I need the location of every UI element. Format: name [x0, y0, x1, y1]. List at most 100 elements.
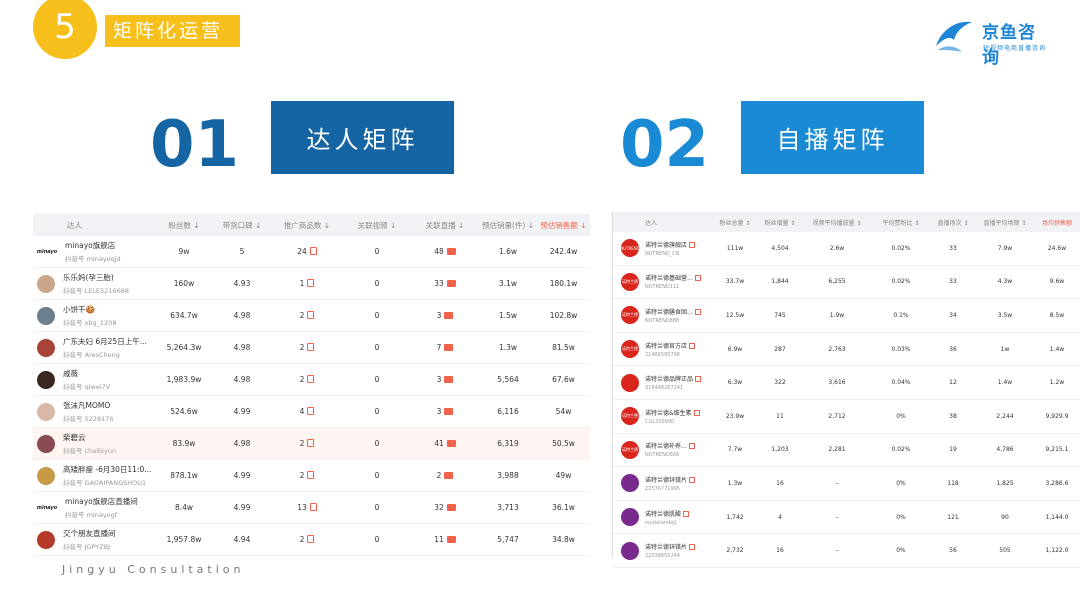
live-icon[interactable]: [444, 376, 454, 383]
col-account[interactable]: 达人: [613, 218, 711, 227]
table-row[interactable]: 诺特兰德 诺特兰德补养... NUTREND666 7.7w 1,203 2,281 0.0…: [613, 434, 1080, 468]
table-row[interactable]: 广东夫妇 6月25日上午... 抖音号 AresCheng 5,264.3w 4.98…: [33, 332, 590, 364]
shopping-bag-icon[interactable]: [307, 439, 315, 447]
shop-name[interactable]: 诺特兰德官方店: [645, 343, 687, 350]
shopping-bag-icon[interactable]: [307, 471, 315, 479]
shop-name[interactable]: 诺特兰德补养...: [645, 443, 687, 450]
influencer-name[interactable]: 交个朋友直播间: [63, 528, 116, 539]
name-block: 广东夫妇 6月25日上午... 抖音号 AresCheng: [63, 336, 147, 359]
shop-name[interactable]: 诺特兰德肌酸: [645, 511, 681, 518]
logo-subtitle: 短视频电商直播咨询: [983, 45, 1047, 52]
avg-revenue: 1.4w: [1049, 345, 1065, 353]
live-icon[interactable]: [444, 312, 454, 319]
live-icon[interactable]: [446, 504, 456, 511]
live-icon[interactable]: [446, 440, 456, 447]
col-like-ratio[interactable]: 平均赞粉比 ↕: [873, 218, 929, 227]
col-fans-inc[interactable]: 粉丝增量 ↕: [759, 218, 801, 227]
shopping-bag-icon[interactable]: [307, 343, 315, 351]
table-row[interactable]: 小饼干🍪 抖音号 xbg_1208 634.7w 4.98 2 0 3 1.5w 102.8w: [33, 300, 590, 332]
live-icon[interactable]: [444, 344, 454, 351]
table-row[interactable]: minayo minayo旗舰店 抖音号 minayoqjd 9w 5 24 0 48 1.6w…: [33, 236, 590, 268]
live-icon[interactable]: [444, 472, 454, 479]
influencer-name[interactable]: 小饼干🍪: [63, 304, 116, 315]
table-row[interactable]: 诺特兰德 诺特兰德官方店 21486585798 6.9w 287 2,763 0.03% 3…: [613, 333, 1080, 367]
table-row[interactable]: 张沫凡MOMO 抖音号 5228176 524.6w 4.99 4 0 3 6,116 54w: [33, 396, 590, 428]
shop-name[interactable]: 诺特兰德锌镁片: [645, 544, 687, 551]
influencer-name[interactable]: minayo旗舰店: [65, 240, 121, 251]
col-live-count[interactable]: 直播场次 ↕: [929, 218, 977, 227]
table-row[interactable]: 诺特兰德锌镁片 22576771995 1.3w 16 – 0% 118 1,825 3,286…: [613, 467, 1080, 501]
table-row[interactable]: 诺特兰德锌镁片 22338655244 2,732 16 – 0% 56 505 1,122.0: [613, 534, 1080, 568]
shop-name[interactable]: 诺特兰德膳食固...: [645, 309, 693, 316]
table-row[interactable]: 诺特兰德 诺特兰德膳食固... NUTREND888 12.5w 745 1.9w 0.1%…: [613, 299, 1080, 333]
col-influencer[interactable]: 达人: [33, 220, 155, 231]
shopping-bag-icon[interactable]: [307, 311, 315, 319]
shop-name[interactable]: 诺特兰德锌镁片: [645, 477, 687, 484]
col-fans[interactable]: 粉丝数 ↓: [155, 220, 213, 231]
account-id: 抖音号 xbg_1208: [63, 319, 117, 327]
account-cell: 诺特兰德 诺特兰德膳食固... NUTREND888: [613, 306, 711, 325]
live-views: 4.3w: [997, 278, 1013, 286]
table-row[interactable]: 诺特兰德肌酸 nuotelandejj 1,742 4 – 0% 121 90 1,144.0: [613, 501, 1080, 535]
avatar: minayo: [36, 502, 58, 513]
live-icon[interactable]: [444, 408, 454, 415]
live-icon[interactable]: [446, 248, 456, 255]
section-title: 矩阵化运营: [105, 15, 240, 47]
fans-total: 12.5w: [725, 311, 745, 319]
table-row[interactable]: 诺特兰德品牌正品 316448287241 6.3w 322 3,616 0.04% 12 1…: [613, 366, 1080, 400]
shopping-bag-icon[interactable]: [309, 247, 317, 255]
influencer-name[interactable]: 高矮胖瘦 -6月30日11:0...: [63, 464, 151, 475]
table-row[interactable]: NUTREND 诺特兰德旗舰店 NUTREND_CN 111w 4,504 2.6w 0.0…: [613, 232, 1080, 266]
shopping-bag-icon[interactable]: [309, 503, 317, 511]
influencer-name[interactable]: 张沫凡MOMO: [63, 400, 114, 411]
lives-cell: 2: [411, 471, 479, 480]
fans-inc: 16: [776, 479, 784, 487]
table-row[interactable]: minayo minayo旗舰店直播间 抖音号 minayogf 8.4w 4.99 13…: [33, 492, 590, 524]
goods-value: 1: [299, 279, 305, 288]
table-row[interactable]: 诺特兰德 诺特兰德基础营... NUTREND111 33.7w 1,844 6,255 0…: [613, 266, 1080, 300]
self-live-matrix-table: 达人 粉丝总量 ↕ 粉丝增量 ↕ 视频平均播放量 ↕ 平均赞粉比 ↕ 直播场次 …: [612, 212, 1080, 568]
shop-name[interactable]: 诺特兰德基础营...: [645, 275, 693, 282]
shop-account: NUTREND111: [645, 284, 680, 291]
live-icon[interactable]: [446, 280, 456, 287]
shopping-bag-icon[interactable]: [307, 407, 315, 415]
col-fans-total[interactable]: 粉丝总量 ↕: [711, 218, 759, 227]
col-lives[interactable]: 关联直播 ↓: [411, 220, 479, 231]
col-videos[interactable]: 关联视频 ↓: [343, 220, 411, 231]
shopping-bag-icon[interactable]: [307, 535, 315, 543]
rating-value: 4.99: [233, 503, 251, 512]
influencer-name[interactable]: 乐乐妈(孕三胎): [63, 272, 129, 283]
live-icon[interactable]: [446, 536, 456, 543]
rating-value: 4.98: [233, 375, 251, 384]
shop-name-line: 诺特兰德锌镁片: [645, 475, 696, 484]
col-avg-revenue[interactable]: 场均销售额: [1033, 218, 1080, 227]
table-row[interactable]: 戚薇 抖音号 qiwei7V 1,983.9w 4.98 2 0 3 5,564 67.6w: [33, 364, 590, 396]
col-live-views[interactable]: 直播平均场观 ↕: [977, 218, 1033, 227]
like-ratio: 0%: [896, 479, 906, 487]
shop-name[interactable]: 诺特兰德&维生素: [645, 410, 692, 417]
table-row[interactable]: 诺特兰德 诺特兰德&维生素 CGL200990 23.9w 11 2,712 0% 38 2,2…: [613, 400, 1080, 434]
shop-name[interactable]: 诺特兰德旗舰店: [645, 242, 687, 249]
shop-avatar: [621, 508, 639, 527]
table-row[interactable]: 高矮胖瘦 -6月30日11:0... 抖音号 GAOAIPANGSHOU1 878.…: [33, 460, 590, 492]
name-block: 乐乐妈(孕三胎) 抖音号 LELE5216688: [63, 272, 129, 295]
col-revenue[interactable]: 预估销售额 ↓: [537, 220, 590, 231]
col-avg-play[interactable]: 视频平均播放量 ↕: [801, 218, 873, 227]
col-goods[interactable]: 推广商品数 ↓: [271, 220, 343, 231]
shopping-bag-icon[interactable]: [307, 279, 315, 287]
shop-name[interactable]: 诺特兰德品牌正品: [645, 376, 693, 383]
influencer-name[interactable]: 戚薇: [63, 368, 110, 379]
influencer-name[interactable]: 柴碧云: [63, 432, 116, 443]
avg-revenue: 1.2w: [1049, 379, 1065, 387]
table-row[interactable]: 乐乐妈(孕三胎) 抖音号 LELE5216688 160w 4.93 1 0 33 3.1w 1…: [33, 268, 590, 300]
table-row[interactable]: 交个朋友直播间 抖音号 JGPYZBJ 1,957.8w 4.94 2 0 11 5,747 3…: [33, 524, 590, 556]
influencer-name[interactable]: minayo旗舰店直播间: [65, 496, 138, 507]
avatar: [37, 370, 55, 389]
influencer-name[interactable]: 广东夫妇 6月25日上午...: [63, 336, 147, 347]
table-row[interactable]: 柴碧云 抖音号 chaibiyun 83.9w 4.98 2 0 41 6,319 50.5w: [33, 428, 590, 460]
col-sales[interactable]: 预估销量(件) ↓: [479, 220, 537, 231]
col-rating[interactable]: 带货口碑 ↓: [213, 220, 271, 231]
revenue-value: 102.8w: [549, 311, 578, 320]
shopping-bag-icon[interactable]: [307, 375, 315, 383]
account-id: 抖音号 5228176: [63, 415, 114, 423]
